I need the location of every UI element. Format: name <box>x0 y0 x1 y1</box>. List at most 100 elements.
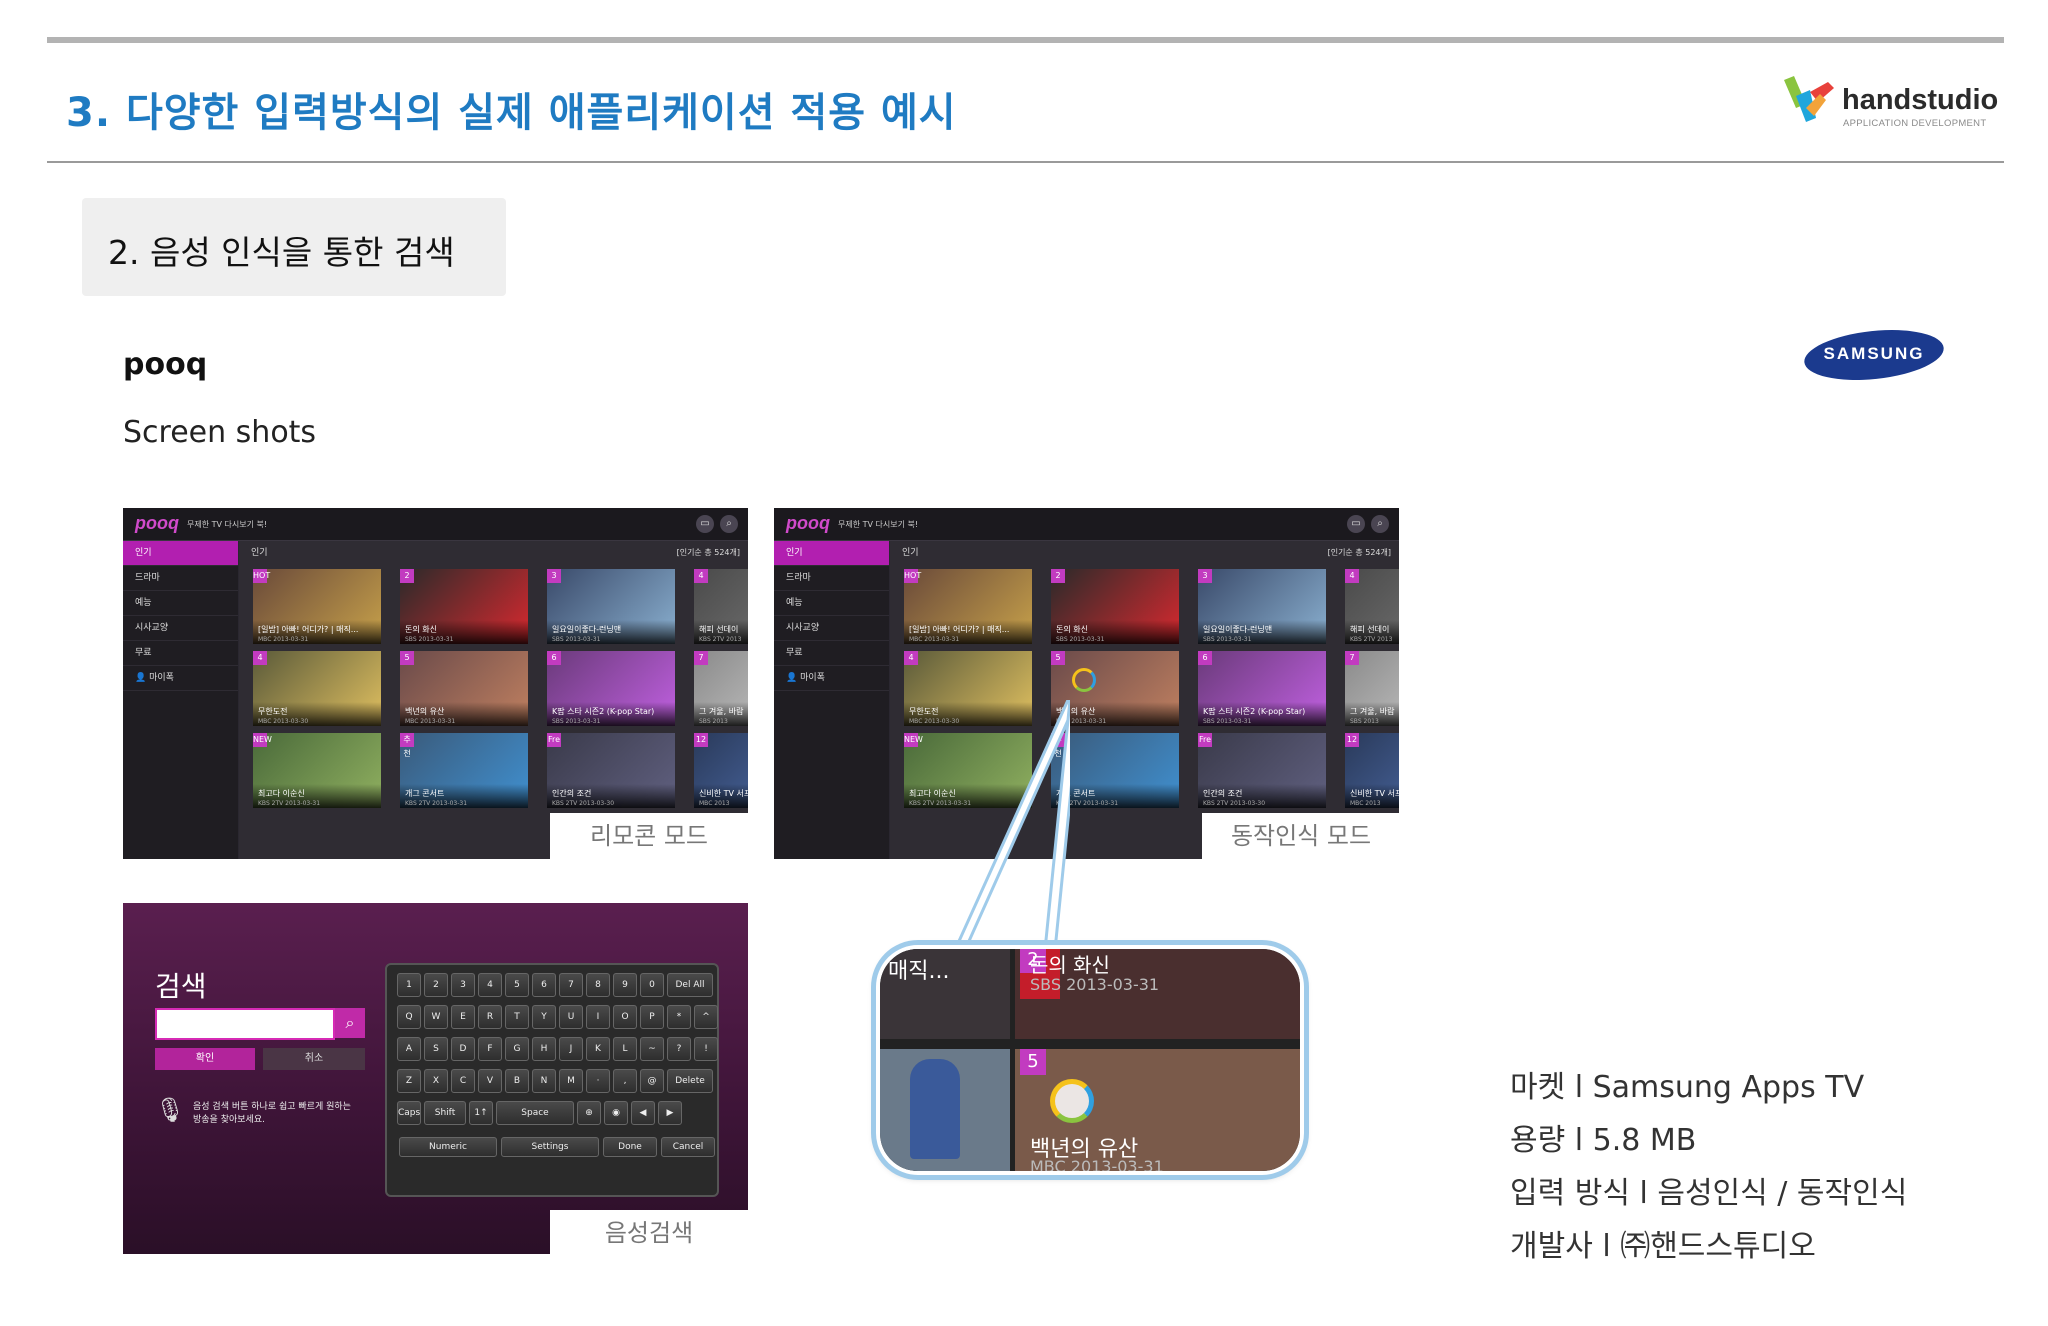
search-input <box>155 1008 335 1040</box>
menu-item: 시사교양 <box>123 616 238 641</box>
keyboard-key: B <box>505 1069 529 1093</box>
program-date: SBS 2013 <box>699 718 728 725</box>
voice-hint-text: 음성 검색 버튼 하나로 쉽고 빠르게 원하는 방송을 찾아보세요. <box>193 1102 351 1125</box>
keyboard-key: 4 <box>478 973 502 997</box>
program-title: 해피 선데이 <box>699 625 739 634</box>
rank-badge: 12 <box>1345 733 1359 747</box>
program-title: 그 겨울, 바람 <box>1350 707 1395 716</box>
program-date: KBS 2TV 2013-03-31 <box>405 800 468 807</box>
keyboard-key: U <box>559 1005 583 1029</box>
content-header: 인기 [인기순 총 524개] <box>902 548 1391 558</box>
keyboard-key: D <box>451 1037 475 1061</box>
tv-icon: ▭ <box>1347 515 1365 533</box>
zoom-top-date: SBS 2013-03-31 <box>1030 975 1160 994</box>
program-date: KBS 2TV 2013 <box>1350 636 1393 643</box>
menu-item: 무료 <box>123 641 238 666</box>
rank-badge: 6 <box>547 651 561 665</box>
program-title: 무한도전 <box>258 707 288 716</box>
keyboard-key: @ <box>640 1069 664 1093</box>
rank-badge: 2 <box>400 569 414 583</box>
callout-connector <box>952 700 1070 952</box>
tv-icon: ▭ <box>696 515 714 533</box>
keyboard-key: 5 <box>505 973 529 997</box>
tagline: 무제한 TV 다시보기 북! <box>838 520 919 529</box>
program-title: 신비한 TV 서프라이즈 <box>1350 789 1399 798</box>
menu-item: 인기 <box>123 541 238 566</box>
menu-item: 무료 <box>774 641 889 666</box>
motion-cursor-icon <box>1072 668 1096 692</box>
keyboard-key: K <box>586 1037 610 1061</box>
pooq-logo: pooq <box>135 513 179 533</box>
menu-item: 예능 <box>774 591 889 616</box>
menu-item: 드라마 <box>774 566 889 591</box>
slide-title: 3. 다양한 입력방식의 실제 애플리케이션 적용 예시 <box>66 90 957 136</box>
info-developer: 개발사 l ㈜핸드스튜디오 <box>1510 1229 1816 1264</box>
keyboard-key: Q <box>397 1005 421 1029</box>
onscreen-keyboard: 1 2 3 4 5 6 7 8 9 0 Del All Q W E R T Y U I O P * ^ A S D F G H J K L ~?… <box>385 963 719 1197</box>
menu-item: 드라마 <box>123 566 238 591</box>
program-title: 개그 콘서트 <box>405 789 445 798</box>
rank-badge: 3 <box>1198 569 1212 583</box>
rank-badge: 4 <box>694 569 708 583</box>
tagline: 무제한 TV 다시보기 북! <box>187 520 268 529</box>
rank-badge: 12 <box>694 733 708 747</box>
keyboard-key: * <box>667 1005 691 1029</box>
handstudio-mark-icon <box>1784 76 1834 122</box>
program-thumbnail: 7 그 겨울, 바람 SBS 2013 <box>694 651 748 726</box>
cancel-button: 취소 <box>263 1048 365 1070</box>
program-date: SBS 2013-03-31 <box>1056 636 1105 643</box>
keyboard-key: Shift <box>424 1101 466 1125</box>
program-title: 일요일이좋다-런닝맨 <box>552 625 622 634</box>
app-name: pooq <box>123 347 208 382</box>
keyboard-key: Delete <box>667 1069 713 1093</box>
program-thumbnail: NEW 최고다 이순신 KBS 2TV 2013-03-31 <box>253 733 381 808</box>
hand-cursor-icon <box>1050 1079 1094 1123</box>
info-input-method: 입력 방식 l 음성인식 / 동작인식 <box>1510 1176 1908 1211</box>
program-date: MBC 2013-03-31 <box>1056 718 1107 725</box>
program-date: SBS 2013-03-31 <box>1203 636 1252 643</box>
program-date: KBS 2TV 2013-03-30 <box>552 800 615 807</box>
program-title: 최고다 이순신 <box>258 789 305 798</box>
program-thumbnail: Fre 인간의 조건 KBS 2TV 2013-03-30 <box>1198 733 1326 808</box>
program-title: K팝 스타 시즌2 (K-pop Star) <box>552 707 655 716</box>
keyboard-key: Y <box>532 1005 556 1029</box>
keyboard-key: N <box>532 1069 556 1093</box>
handstudio-logo: handstudio APPLICATION DEVELOPMENT <box>1780 74 2020 134</box>
rank-badge: 7 <box>1345 651 1359 665</box>
zoom-top-title: 돈의 화신 <box>1030 953 1110 977</box>
rank-badge: NEW <box>253 733 272 747</box>
program-thumbnail: 3 일요일이좋다-런닝맨 SBS 2013-03-31 <box>547 569 675 644</box>
keyboard-key: ⊕ <box>577 1101 601 1125</box>
program-thumbnail: 5 백년의 유산 MBC 2013-03-31 <box>400 651 528 726</box>
keyboard-key: ▶ <box>658 1101 682 1125</box>
keyboard-key: S <box>424 1037 448 1061</box>
keyboard-key: G <box>505 1037 529 1061</box>
program-date: MBC 2013-03-30 <box>258 718 309 725</box>
program-thumbnail: 6 K팝 스타 시즌2 (K-pop Star) SBS 2013-03-31 <box>547 651 675 726</box>
menu-item: 👤 마이폭 <box>123 666 238 691</box>
voice-search-label: 음성검색 <box>550 1210 748 1256</box>
keyboard-key: T <box>505 1005 529 1029</box>
program-title: [일밤] 아빠! 어디가? | 매직... <box>258 625 359 634</box>
program-title: 그 겨울, 바람 <box>699 707 744 716</box>
keyboard-key: 7 <box>559 973 583 997</box>
program-thumbnail: 2 돈의 화신 SBS 2013-03-31 <box>1051 569 1179 644</box>
keyboard-key: 9 <box>613 973 637 997</box>
keyboard-key: · <box>586 1069 610 1093</box>
rank-badge: 4 <box>904 651 918 665</box>
keyboard-key: ~ <box>640 1037 664 1061</box>
keyboard-key: Done <box>603 1137 657 1157</box>
rank-badge: 7 <box>694 651 708 665</box>
program-title: 해피 선데이 <box>1350 625 1390 634</box>
keyboard-key: X <box>424 1069 448 1093</box>
keyboard-key: , <box>613 1069 637 1093</box>
keyboard-key: ? <box>667 1037 691 1061</box>
zoom-rank-badge-5: 5 <box>1020 1049 1046 1075</box>
keyboard-key: Numeric <box>399 1137 497 1157</box>
rank-badge: HOT <box>904 569 921 583</box>
screenshots-label: Screen shots <box>123 415 317 450</box>
keyboard-key: A <box>397 1037 421 1061</box>
program-thumbnail: 4 해피 선데이 KBS 2TV 2013 <box>1345 569 1399 644</box>
keyboard-key: ◀ <box>631 1101 655 1125</box>
keyboard-key: ◉ <box>604 1101 628 1125</box>
